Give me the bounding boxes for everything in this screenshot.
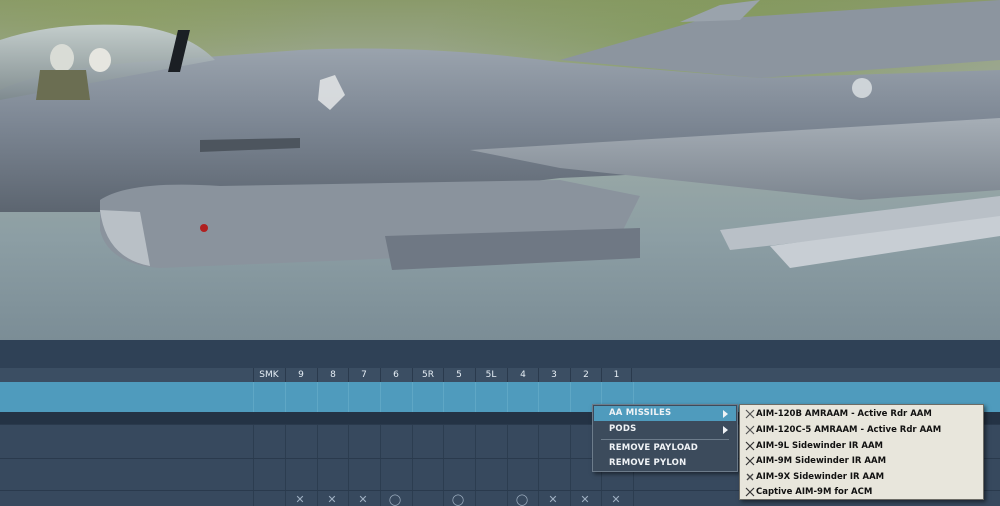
station-label: 5R [412, 368, 443, 382]
missile-icon [745, 441, 755, 451]
menu-item-label: REMOVE PYLON [609, 458, 687, 468]
menu-item-remove-pylon[interactable]: REMOVE PYLON [594, 456, 736, 471]
station-label: SMK [253, 368, 284, 382]
missile-icon: ✕ [580, 493, 590, 506]
loadout-toolbar [0, 340, 1000, 368]
station-context-menu: AA MISSILES PODS REMOVE PAYLOAD REMOVE P… [592, 404, 738, 472]
aircraft-illustration [0, 0, 1000, 270]
submenu-item-aim-9m[interactable]: AIM-9M Sidewinder IR AAM [742, 454, 982, 469]
station-label: 2 [570, 368, 601, 382]
menu-item-remove-payload[interactable]: REMOVE PAYLOAD [594, 441, 736, 456]
submenu-item-label: AIM-9L Sidewinder IR AAM [756, 441, 884, 451]
missile-icon: ✕ [295, 493, 305, 506]
missile-icon [746, 473, 754, 481]
submenu-item-label: AIM-9X Sidewinder IR AAM [756, 472, 885, 482]
fuel-tank-icon: ◯ [388, 493, 402, 506]
menu-item-aa-missiles[interactable]: AA MISSILES [594, 406, 736, 421]
station-header: SMK 9 8 7 6 5R 5 5L 4 3 2 1 [0, 368, 1000, 382]
missile-icon: ✕ [358, 493, 368, 506]
station-label: 5L [475, 368, 506, 382]
station-label: 1 [601, 368, 632, 382]
missile-icon: ✕ [327, 493, 337, 506]
submenu-item-aim-120b[interactable]: AIM-120B AMRAAM - Active Rdr AAM [742, 407, 982, 422]
menu-separator [601, 439, 729, 440]
station-label: 9 [285, 368, 316, 382]
submenu-item-label: AIM-120B AMRAAM - Active Rdr AAM [756, 409, 932, 419]
fuel-tank-icon: ◯ [451, 493, 465, 506]
submenu-item-aim-120c-5[interactable]: AIM-120C-5 AMRAAM - Active Rdr AAM [742, 423, 982, 438]
station-label: 8 [317, 368, 348, 382]
submenu-item-label: AIM-120C-5 AMRAAM - Active Rdr AAM [756, 425, 942, 435]
missile-icon: ✕ [611, 493, 621, 506]
missile-icon [745, 409, 755, 419]
missile-icon: ✕ [548, 493, 558, 506]
menu-item-label: PODS [609, 424, 637, 434]
aa-missiles-submenu: AIM-120B AMRAAM - Active Rdr AAM AIM-120… [739, 404, 984, 500]
station-label: 3 [538, 368, 569, 382]
menu-item-label: AA MISSILES [609, 408, 672, 418]
submenu-item-label: Captive AIM-9M for ACM [756, 487, 873, 497]
submenu-item-aim-9x[interactable]: AIM-9X Sidewinder IR AAM [742, 470, 982, 485]
menu-item-pods[interactable]: PODS [594, 422, 736, 437]
loadout-editor: SMK 9 8 7 6 5R 5 5L 4 3 2 1 ✕ ✕ ✕ ◯ ◯ ◯ … [0, 0, 1000, 506]
missile-icon [745, 425, 755, 435]
missile-icon [745, 487, 755, 497]
station-label: 7 [348, 368, 379, 382]
menu-item-label: REMOVE PAYLOAD [609, 443, 699, 453]
submenu-item-captive-aim-9m[interactable]: Captive AIM-9M for ACM [742, 485, 982, 500]
station-label: 4 [507, 368, 538, 382]
missile-icon [745, 456, 755, 466]
station-label: 6 [380, 368, 411, 382]
chevron-right-icon [723, 426, 728, 434]
fuel-tank-icon: ◯ [515, 493, 529, 506]
submenu-item-aim-9l[interactable]: AIM-9L Sidewinder IR AAM [742, 439, 982, 454]
chevron-right-icon [723, 410, 728, 418]
station-label: 5 [443, 368, 474, 382]
aircraft-preview [0, 0, 1000, 340]
submenu-item-label: AIM-9M Sidewinder IR AAM [756, 456, 887, 466]
